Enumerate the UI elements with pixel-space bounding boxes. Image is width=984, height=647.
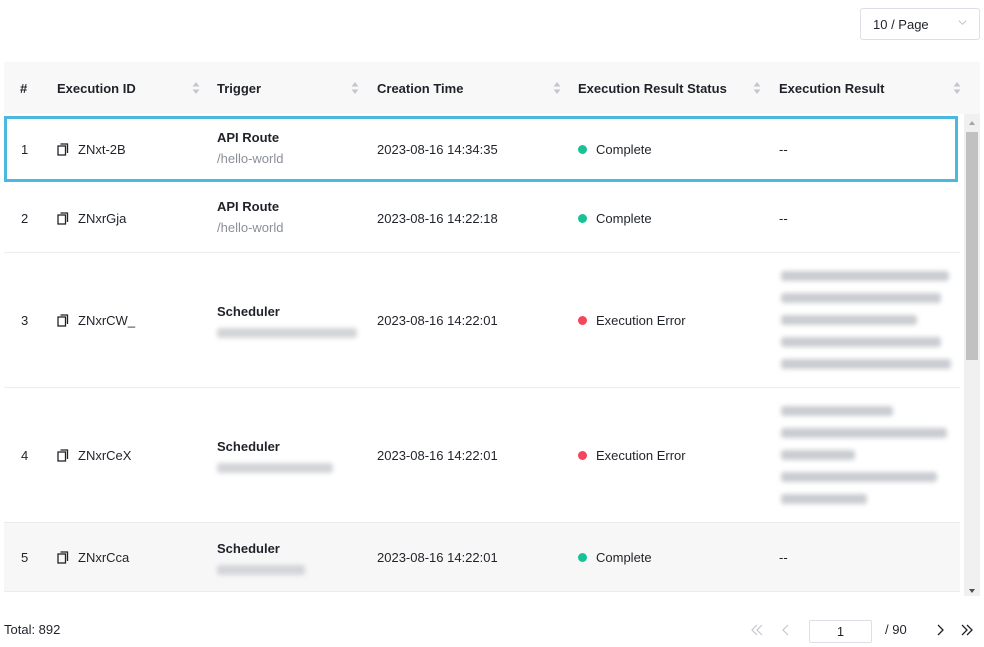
scroll-down-arrow-icon[interactable]: [968, 588, 976, 594]
chevron-right-icon[interactable]: [933, 622, 947, 638]
table-row[interactable]: 5 ZNxrCca Scheduler 2023-08-16 14:22:01 …: [4, 523, 960, 592]
creation-time: 2023-08-16 14:22:18: [377, 210, 498, 226]
row-index: 2: [21, 210, 29, 226]
table-body: 1 ZNxt-2B API Route /hello-world 2023-08…: [4, 114, 960, 596]
page-number-input[interactable]: [809, 620, 872, 643]
chevron-left-icon[interactable]: [779, 622, 793, 638]
trigger-type: API Route: [217, 130, 280, 145]
sort-icon[interactable]: [953, 81, 961, 95]
sort-icon[interactable]: [753, 81, 761, 95]
execution-result-redacted: [781, 271, 951, 369]
column-header-trigger[interactable]: Trigger: [217, 62, 261, 114]
status-dot: [578, 315, 587, 325]
executions-table: # Execution ID Trigger Creation Time Exe…: [4, 62, 980, 596]
double-chevron-left-icon[interactable]: [750, 622, 764, 638]
status-label: Complete: [596, 210, 652, 226]
table-row[interactable]: 1 ZNxt-2B API Route /hello-world 2023-08…: [4, 116, 958, 182]
trigger-type: Scheduler: [217, 439, 280, 454]
copy-icon[interactable]: [57, 448, 69, 462]
trigger-type: Scheduler: [217, 304, 280, 319]
table-header: # Execution ID Trigger Creation Time Exe…: [4, 62, 980, 114]
status-label: Execution Error: [596, 447, 686, 463]
double-chevron-right-icon[interactable]: [960, 622, 974, 638]
execution-id: ZNxrCeX: [78, 447, 132, 463]
trigger-type: Scheduler: [217, 541, 280, 556]
status-label: Execution Error: [596, 312, 686, 328]
status-dot: [578, 144, 587, 154]
sort-icon[interactable]: [351, 81, 359, 95]
creation-time: 2023-08-16 14:22:01: [377, 447, 498, 463]
copy-icon[interactable]: [57, 142, 69, 156]
creation-time: 2023-08-16 14:22:01: [377, 312, 498, 328]
execution-result-redacted: [781, 406, 951, 504]
creation-time: 2023-08-16 14:22:01: [377, 549, 498, 565]
sort-icon[interactable]: [553, 81, 561, 95]
table-scrollbar[interactable]: [964, 114, 980, 596]
trigger-detail-redacted: [217, 328, 357, 338]
page-size-select[interactable]: 10 / Page: [860, 8, 980, 40]
sort-icon[interactable]: [192, 81, 200, 95]
copy-icon[interactable]: [57, 550, 69, 564]
column-header-creation-time[interactable]: Creation Time: [377, 62, 463, 114]
copy-icon[interactable]: [57, 313, 69, 327]
row-index: 4: [21, 447, 29, 463]
column-header-execution-result[interactable]: Execution Result: [779, 62, 884, 114]
execution-id: ZNxrCca: [78, 549, 130, 565]
execution-result: --: [779, 549, 788, 565]
column-header-result-status[interactable]: Execution Result Status: [578, 62, 727, 114]
total-pages: / 90: [885, 622, 907, 637]
status-dot: [578, 450, 587, 460]
trigger-detail-redacted: [217, 565, 305, 575]
row-index: 1: [21, 141, 29, 157]
trigger-detail-redacted: [217, 463, 333, 473]
status-dot: [578, 213, 587, 223]
column-header-index: #: [20, 80, 28, 96]
trigger-type: API Route: [217, 199, 280, 214]
scrollbar-thumb[interactable]: [966, 132, 978, 360]
column-header-execution-id[interactable]: Execution ID: [57, 62, 136, 114]
status-label: Complete: [596, 141, 652, 157]
execution-result: --: [779, 210, 788, 226]
copy-icon[interactable]: [57, 211, 69, 225]
table-row[interactable]: 2 ZNxrGja API Route /hello-world 2023-08…: [4, 184, 960, 253]
row-index: 5: [21, 549, 29, 565]
execution-result: --: [779, 141, 788, 157]
execution-id: ZNxrCW_: [78, 312, 136, 328]
chevron-down-icon: [958, 20, 967, 25]
table-row[interactable]: 3 ZNxrCW_ Scheduler 2023-08-16 14:22:01 …: [4, 253, 960, 388]
execution-id: ZNxt-2B: [78, 141, 126, 157]
execution-id: ZNxrGja: [78, 210, 127, 226]
trigger-detail: /hello-world: [217, 220, 284, 235]
total-count: Total: 892: [4, 622, 61, 637]
trigger-detail: /hello-world: [217, 151, 284, 166]
creation-time: 2023-08-16 14:34:35: [377, 141, 498, 157]
status-dot: [578, 552, 587, 562]
table-row[interactable]: 4 ZNxrCeX Scheduler 2023-08-16 14:22:01 …: [4, 388, 960, 523]
page-size-label: 10 / Page: [873, 16, 929, 32]
scroll-up-arrow-icon[interactable]: [968, 120, 976, 126]
row-index: 3: [21, 312, 29, 328]
status-label: Complete: [596, 549, 652, 565]
